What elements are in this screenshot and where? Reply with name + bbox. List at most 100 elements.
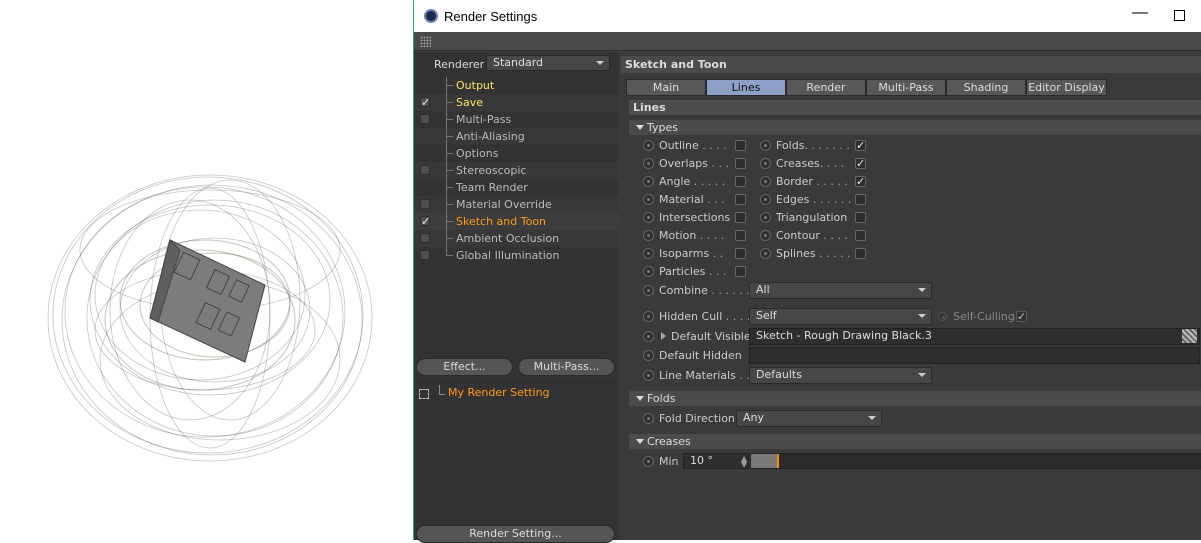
type-label-text: Triangulation — [776, 211, 848, 224]
tree-item[interactable]: ✓ Save — [414, 94, 619, 111]
render-setting-item[interactable]: My Render Setting — [448, 386, 550, 399]
hidden-cull-dropdown[interactable]: Self — [749, 308, 932, 325]
type-checkbox[interactable] — [855, 176, 866, 187]
default-hidden-anim-radio[interactable] — [643, 350, 654, 361]
tree-item-checkbox[interactable]: ✓ — [420, 216, 430, 227]
multipass-button[interactable]: Multi-Pass... — [518, 358, 615, 376]
tree-item[interactable]: Anti-Aliasing — [414, 128, 619, 145]
title-bar: Render Settings — — [414, 0, 1201, 32]
tree-item[interactable]: Team Render — [414, 179, 619, 196]
tree-item[interactable]: Output — [414, 77, 619, 94]
type-label-dots: . . . — [705, 265, 727, 278]
folds-section-toggle[interactable]: Folds — [629, 391, 1201, 406]
tree-item[interactable]: ✓ Sketch and Toon — [414, 213, 619, 230]
type-checkbox[interactable] — [735, 212, 746, 223]
type-anim-radio[interactable] — [760, 248, 771, 259]
type-anim-radio[interactable] — [760, 158, 771, 169]
type-label-text: Outline — [659, 139, 699, 152]
tree-item-label: Global Illumination — [456, 249, 560, 262]
type-anim-radio[interactable] — [760, 194, 771, 205]
type-checkbox[interactable] — [735, 194, 746, 205]
self-culling-anim-radio[interactable] — [938, 312, 947, 321]
type-label-text: Intersections — [659, 211, 731, 224]
type-checkbox[interactable] — [735, 266, 746, 277]
type-checkbox[interactable] — [855, 248, 866, 259]
tree-item[interactable]: Material Override — [414, 196, 619, 213]
effect-button[interactable]: Effect... — [416, 358, 513, 376]
maximize-button[interactable] — [1174, 10, 1185, 21]
min-anim-radio[interactable] — [643, 456, 654, 467]
type-label-dots: . . . . . . — [809, 193, 852, 206]
tree-item-checkbox[interactable] — [420, 165, 430, 175]
tree-item[interactable]: Ambient Occlusion — [414, 230, 619, 247]
viewport-render-preview — [0, 0, 413, 540]
render-setting-button[interactable]: Render Setting... — [416, 525, 615, 543]
type-anim-radio[interactable] — [643, 248, 654, 259]
renderer-dropdown[interactable]: Standard — [486, 55, 610, 71]
default-visible-label: Default Visible — [671, 330, 751, 343]
tree-item-label: Anti-Aliasing — [456, 130, 525, 143]
type-checkbox[interactable] — [735, 176, 746, 187]
min-input[interactable]: 10 ° — [683, 453, 749, 469]
tree-item-label: Stereoscopic — [456, 164, 527, 177]
tab-shading[interactable]: Shading — [946, 79, 1026, 96]
type-anim-radio[interactable] — [643, 266, 654, 277]
type-anim-radio[interactable] — [643, 194, 654, 205]
tree-item[interactable]: Multi-Pass — [414, 111, 619, 128]
default-visible-field[interactable]: Sketch - Rough Drawing Black.3 — [749, 328, 1200, 345]
type-checkbox[interactable] — [855, 194, 866, 205]
tree-item-checkbox[interactable]: ✓ — [420, 97, 430, 108]
type-checkbox[interactable] — [735, 140, 746, 151]
tree-item-checkbox[interactable] — [420, 114, 430, 124]
line-materials-dropdown[interactable]: Defaults — [749, 367, 932, 384]
combine-dropdown[interactable]: All — [749, 282, 932, 299]
type-checkbox[interactable] — [855, 230, 866, 241]
default-hidden-field[interactable] — [749, 347, 1200, 364]
type-checkbox[interactable] — [735, 158, 746, 169]
tree-item-checkbox[interactable] — [420, 199, 430, 209]
type-anim-radio[interactable] — [760, 176, 771, 187]
minimize-button[interactable]: — — [1130, 4, 1150, 26]
min-slider-handle[interactable] — [777, 454, 779, 468]
tab-editor-display[interactable]: Editor Display — [1026, 79, 1107, 96]
type-anim-radio[interactable] — [643, 176, 654, 187]
type-anim-radio[interactable] — [760, 212, 771, 223]
tree-item-checkbox[interactable] — [420, 233, 430, 243]
type-label: Border . . . . . — [776, 175, 848, 188]
type-anim-radio[interactable] — [760, 140, 771, 151]
default-visible-anim-radio[interactable] — [643, 331, 654, 342]
type-anim-radio[interactable] — [643, 158, 654, 169]
tab-main[interactable]: Main — [626, 79, 706, 96]
hidden-cull-anim-radio[interactable] — [643, 311, 654, 322]
type-anim-radio[interactable] — [643, 230, 654, 241]
type-anim-radio[interactable] — [760, 230, 771, 241]
self-culling-checkbox[interactable] — [1016, 311, 1027, 322]
stepper-arrows-icon[interactable]: ▲ ▼ — [741, 455, 747, 469]
tab-multi-pass[interactable]: Multi-Pass — [866, 79, 946, 96]
min-slider-fill — [751, 454, 778, 468]
type-checkbox[interactable] — [735, 230, 746, 241]
tab-render[interactable]: Render — [786, 79, 866, 96]
fold-direction-dropdown[interactable]: Any — [736, 410, 882, 427]
expand-arrow-icon[interactable] — [661, 332, 666, 340]
fold-direction-anim-radio[interactable] — [643, 413, 654, 424]
type-checkbox[interactable] — [855, 140, 866, 151]
tree-item[interactable]: Global Illumination — [414, 247, 619, 264]
types-section-toggle[interactable]: Types — [629, 120, 1201, 135]
line-materials-anim-radio[interactable] — [643, 370, 654, 381]
type-anim-radio[interactable] — [643, 140, 654, 151]
tree-item[interactable]: Stereoscopic — [414, 162, 619, 179]
type-checkbox[interactable] — [855, 158, 866, 169]
toolbar-strip — [414, 32, 1201, 51]
grip-icon[interactable] — [420, 36, 431, 47]
tab-lines[interactable]: Lines — [706, 79, 786, 96]
type-checkbox[interactable] — [735, 248, 746, 259]
creases-section-toggle[interactable]: Creases — [629, 434, 1201, 449]
tree-item[interactable]: Options — [414, 145, 619, 162]
type-anim-radio[interactable] — [643, 212, 654, 223]
min-slider[interactable] — [750, 453, 1201, 469]
type-checkbox[interactable] — [855, 212, 866, 223]
tree-branch-line — [446, 145, 454, 162]
tree-item-checkbox[interactable] — [420, 250, 430, 260]
combine-anim-radio[interactable] — [643, 285, 654, 296]
